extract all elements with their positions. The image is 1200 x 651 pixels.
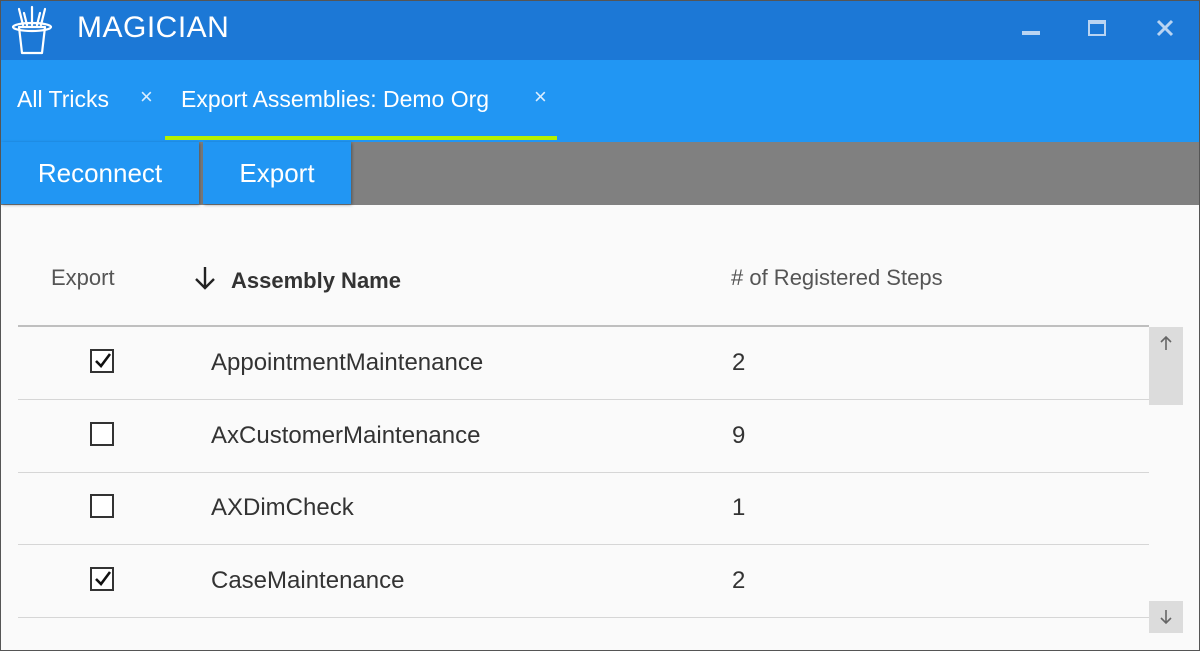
tab-all-tricks[interactable]: All Tricks — [17, 86, 109, 113]
reconnect-button[interactable]: Reconnect — [1, 142, 199, 204]
table-row[interactable]: CaseMaintenance 2 — [18, 545, 1149, 618]
table-row[interactable]: AxCustomerMaintenance 9 — [18, 400, 1149, 473]
steps-cell: 2 — [732, 349, 746, 376]
minimize-icon — [1021, 18, 1041, 43]
column-header-steps[interactable]: # of Registered Steps — [731, 265, 943, 291]
table-row[interactable]: AppointmentMaintenance 2 — [18, 327, 1149, 400]
title-bar: MAGICIAN — [1, 1, 1199, 60]
tab-bar: All Tricks × Export Assemblies: Demo Org… — [1, 60, 1199, 142]
column-header-export[interactable]: Export — [51, 265, 115, 291]
app-window: MAGICIAN All Tricks × Export Assemblies:… — [0, 0, 1200, 651]
steps-cell: 9 — [732, 422, 746, 449]
assembly-name-cell: CaseMaintenance — [211, 567, 405, 594]
close-icon — [1155, 18, 1175, 43]
steps-cell: 1 — [732, 494, 746, 521]
steps-cell: 2 — [732, 567, 746, 594]
active-tab-indicator — [165, 136, 557, 140]
arrow-down-icon — [1159, 609, 1173, 630]
export-checkbox[interactable] — [90, 494, 114, 518]
assembly-name-cell: AXDimCheck — [211, 494, 354, 521]
table-row[interactable]: AXDimCheck 1 — [18, 472, 1149, 545]
scroll-up-button[interactable] — [1149, 327, 1183, 405]
column-header-assembly-name[interactable]: Assembly Name — [193, 265, 401, 297]
arrow-down-icon — [193, 265, 217, 297]
magic-hat-icon — [9, 5, 55, 57]
tab-export-assemblies[interactable]: Export Assemblies: Demo Org — [181, 86, 489, 113]
maximize-icon — [1087, 18, 1107, 43]
arrow-up-icon — [1159, 335, 1173, 356]
close-button[interactable] — [1135, 1, 1195, 60]
assembly-name-cell: AppointmentMaintenance — [211, 349, 484, 376]
tab-all-tricks-close-icon[interactable]: × — [140, 84, 153, 110]
export-button[interactable]: Export — [203, 142, 351, 204]
tab-export-assemblies-close-icon[interactable]: × — [534, 84, 547, 110]
assembly-name-cell: AxCustomerMaintenance — [211, 422, 481, 449]
minimize-button[interactable] — [1001, 1, 1061, 60]
export-checkbox[interactable] — [90, 567, 114, 591]
export-checkbox[interactable] — [90, 422, 114, 446]
app-title: MAGICIAN — [77, 11, 230, 44]
scroll-down-button[interactable] — [1149, 601, 1183, 633]
export-checkbox[interactable] — [90, 349, 114, 373]
maximize-button[interactable] — [1067, 1, 1127, 60]
assembly-name-header-label: Assembly Name — [231, 268, 401, 293]
toolbar: Reconnect Export — [1, 142, 1199, 205]
